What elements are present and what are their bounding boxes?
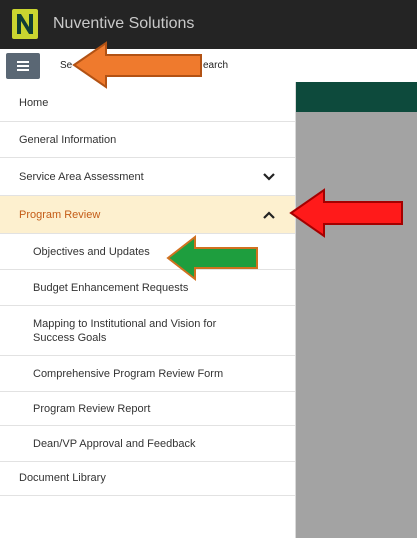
menu-icon-line	[17, 65, 29, 67]
sidebar-item-label: Budget Enhancement Requests	[33, 282, 189, 294]
chevron-down-icon	[263, 173, 275, 181]
sidebar-subitem-program-review-report[interactable]: Program Review Report	[0, 392, 295, 426]
green-arrow-annotation	[166, 234, 258, 282]
sidebar-item-label: Objectives and Updates	[33, 246, 150, 258]
sidebar-item-general-information[interactable]: General Information	[0, 122, 295, 158]
content-overlay	[296, 112, 417, 538]
nuventive-logo	[12, 9, 38, 39]
sidebar-subitem-mapping-goals[interactable]: Mapping to Institutional and Vision for …	[0, 306, 295, 356]
sidebar-item-program-review[interactable]: Program Review	[0, 196, 295, 234]
sidebar-item-label: Dean/VP Approval and Feedback	[33, 438, 196, 450]
sidebar-nav: Home General Information Service Area As…	[0, 82, 296, 538]
sidebar-item-service-area-assessment[interactable]: Service Area Assessment	[0, 158, 295, 196]
red-arrow-annotation	[289, 188, 403, 238]
sidebar-subitem-comprehensive-program-review-form[interactable]: Comprehensive Program Review Form	[0, 356, 295, 392]
sidebar-item-document-library[interactable]: Document Library	[0, 462, 295, 496]
app-title: Nuventive Solutions	[53, 15, 195, 32]
sidebar-item-label: Comprehensive Program Review Form	[33, 368, 224, 380]
sidebar-item-label: Home	[19, 97, 49, 109]
sidebar-item-label: General Information	[19, 134, 117, 146]
hamburger-menu-button[interactable]	[6, 53, 40, 79]
sidebar-item-label: Program Review Report	[33, 403, 151, 415]
menu-icon-line	[17, 61, 29, 63]
sidebar-item-label: Mapping to Institutional and Vision for …	[33, 318, 217, 344]
sidebar-item-label: Program Review	[19, 209, 101, 221]
sidebar-item-label: Service Area Assessment	[19, 171, 144, 183]
sidebar-item-label: Document Library	[19, 472, 106, 484]
top-bar: Nuventive Solutions	[0, 0, 417, 49]
sidebar-subitem-dean-vp-approval[interactable]: Dean/VP Approval and Feedback	[0, 426, 295, 462]
search-placeholder-tail[interactable]: earch	[203, 60, 228, 71]
chevron-up-icon	[263, 211, 275, 219]
menu-icon-line	[17, 69, 29, 71]
orange-arrow-annotation	[72, 41, 202, 89]
content-header-band	[296, 82, 417, 112]
